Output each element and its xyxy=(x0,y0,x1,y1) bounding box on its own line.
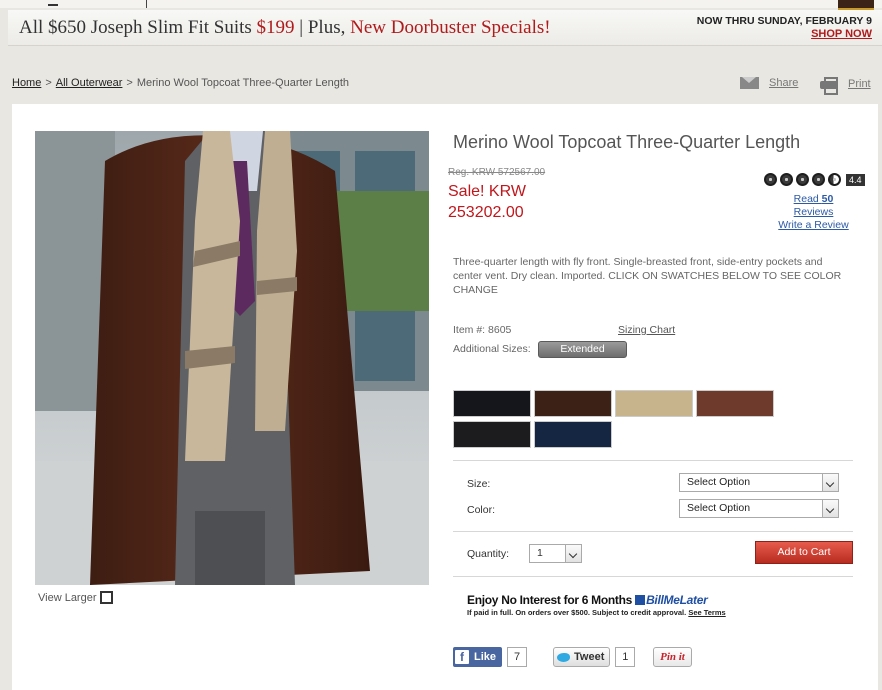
breadcrumb-home[interactable]: Home xyxy=(12,77,41,89)
share-link[interactable]: Share xyxy=(740,77,798,89)
chevron-down-icon xyxy=(565,545,581,562)
top-nav-strip xyxy=(0,0,882,8)
item-number: Item #: 8605 xyxy=(453,324,512,336)
promo-headline[interactable]: All $650 Joseph Slim Fit Suits $199 | Pl… xyxy=(19,17,551,39)
reviews-word-link[interactable]: Reviews xyxy=(794,206,834,218)
additional-sizes-label: Additional Sizes: xyxy=(453,343,531,355)
nav-edge xyxy=(48,0,58,6)
promo-text-before: All $650 Joseph Slim Fit Suits xyxy=(19,17,257,38)
swatch-rust-brown[interactable] xyxy=(696,390,774,417)
color-select-value: Select Option xyxy=(687,502,751,514)
bml-brand: BillMeLater xyxy=(635,593,708,607)
swatch-black[interactable] xyxy=(453,390,531,417)
view-larger-link[interactable]: View Larger xyxy=(38,591,113,604)
breadcrumb-separator: > xyxy=(45,77,52,89)
bml-terms-link[interactable]: See Terms xyxy=(688,608,725,617)
reviews-block: Read 50 Reviews Write a Review xyxy=(776,193,851,232)
pinterest-pin: Pin it xyxy=(653,647,692,667)
share-label: Share xyxy=(769,77,799,89)
divider xyxy=(453,531,853,532)
chevron-down-icon xyxy=(822,474,838,491)
breadcrumb-category[interactable]: All Outerwear xyxy=(56,77,123,89)
bml-subtext: If paid in full. On orders over $500. Su… xyxy=(467,608,687,617)
color-label: Color: xyxy=(467,504,496,516)
shop-now-link[interactable]: SHOP NOW xyxy=(697,28,872,41)
corner-thumbnail[interactable] xyxy=(838,0,874,10)
facebook-like: f Like 7 xyxy=(453,647,528,667)
rating-button-icon xyxy=(812,173,825,186)
rating-button-icon xyxy=(796,173,809,186)
pin-it-button[interactable]: Pin it xyxy=(653,647,692,667)
sale-price-block: Sale! KRW 253202.00 xyxy=(448,181,526,223)
rating-button-icon xyxy=(828,173,841,186)
rating-button-icon xyxy=(780,173,793,186)
print-link[interactable]: Print xyxy=(820,76,871,95)
rating-value: 4.4 xyxy=(846,173,865,186)
sale-label: Sale! KRW xyxy=(448,183,526,200)
tweet-count: 1 xyxy=(615,647,636,667)
read-reviews-prefix: Read xyxy=(793,193,822,205)
promo-dates: NOW THRU SUNDAY, FEBRUARY 9 xyxy=(696,15,872,27)
chevron-down-icon xyxy=(822,500,838,517)
rating-stars[interactable]: 4.4 xyxy=(764,173,865,186)
swatch-camel[interactable] xyxy=(615,390,693,417)
divider xyxy=(453,460,853,461)
bml-headline: Enjoy No Interest for 6 Months xyxy=(467,593,633,607)
read-reviews-link[interactable]: Read 50 xyxy=(794,193,834,205)
quantity-value: 1 xyxy=(537,547,543,559)
add-to-cart-button[interactable]: Add to Cart xyxy=(755,541,853,564)
sale-price: 253202.00 xyxy=(448,204,524,221)
regular-price: Reg. KRW 572567.00 xyxy=(448,167,546,178)
extended-size-button[interactable]: Extended xyxy=(538,341,627,358)
tweet-label: Tweet xyxy=(574,651,605,663)
twitter-bird-icon xyxy=(557,652,570,662)
nav-divider xyxy=(146,0,147,8)
promo-banner[interactable]: All $650 Joseph Slim Fit Suits $199 | Pl… xyxy=(8,10,882,46)
view-larger-label: View Larger xyxy=(38,591,97,604)
sizing-chart-link[interactable]: Sizing Chart xyxy=(618,324,675,336)
swatch-navy[interactable] xyxy=(534,421,612,448)
like-label: Like xyxy=(474,651,497,663)
promo-highlight: New Doorbuster Specials! xyxy=(350,17,551,38)
promo-dates-block: NOW THRU SUNDAY, FEBRUARY 9 SHOP NOW xyxy=(697,15,872,41)
bml-brand-name: BillMeLater xyxy=(646,593,708,607)
size-label: Size: xyxy=(467,478,491,490)
bml-subtext-row: If paid in full. On orders over $500. Su… xyxy=(467,608,726,617)
divider xyxy=(453,576,853,577)
product-image[interactable] xyxy=(35,131,429,585)
promo-price: $199 xyxy=(256,17,295,38)
facebook-icon: f xyxy=(455,650,469,664)
product-photo-illustration xyxy=(35,131,429,585)
facebook-like-button[interactable]: f Like xyxy=(453,647,503,667)
breadcrumb: Home > All Outerwear > Merino Wool Topcoat T… xyxy=(12,77,349,89)
expand-icon xyxy=(99,591,113,604)
twitter-tweet: Tweet 1 xyxy=(553,647,636,667)
print-label: Print xyxy=(848,78,871,90)
product-title: Merino Wool Topcoat Three-Quarter Length xyxy=(453,132,801,152)
quantity-select[interactable]: 1 xyxy=(529,544,582,563)
printer-icon xyxy=(820,76,838,95)
reviews-count: 50 xyxy=(821,193,834,205)
envelope-icon xyxy=(740,77,759,89)
color-select[interactable]: Select Option xyxy=(679,499,839,518)
swatch-charcoal[interactable] xyxy=(453,421,531,448)
like-count: 7 xyxy=(507,647,528,667)
breadcrumb-separator: > xyxy=(126,77,133,89)
breadcrumb-current: Merino Wool Topcoat Three-Quarter Length xyxy=(136,77,350,89)
bml-headline-row: Enjoy No Interest for 6 Months BillMeLat… xyxy=(467,593,726,607)
promo-text-mid: | Plus, xyxy=(294,17,351,38)
size-select[interactable]: Select Option xyxy=(679,473,839,492)
bill-me-later-banner[interactable]: Enjoy No Interest for 6 Months BillMeLat… xyxy=(467,593,726,617)
quantity-label: Quantity: xyxy=(467,548,510,560)
size-select-value: Select Option xyxy=(687,476,751,488)
swatch-brown[interactable] xyxy=(534,390,612,417)
rating-button-icon xyxy=(764,173,777,186)
checkmark-icon xyxy=(635,595,646,605)
tweet-button[interactable]: Tweet xyxy=(553,647,611,667)
product-description: Three-quarter length with fly front. Sin… xyxy=(453,256,842,296)
write-review-link[interactable]: Write a Review xyxy=(778,219,848,231)
